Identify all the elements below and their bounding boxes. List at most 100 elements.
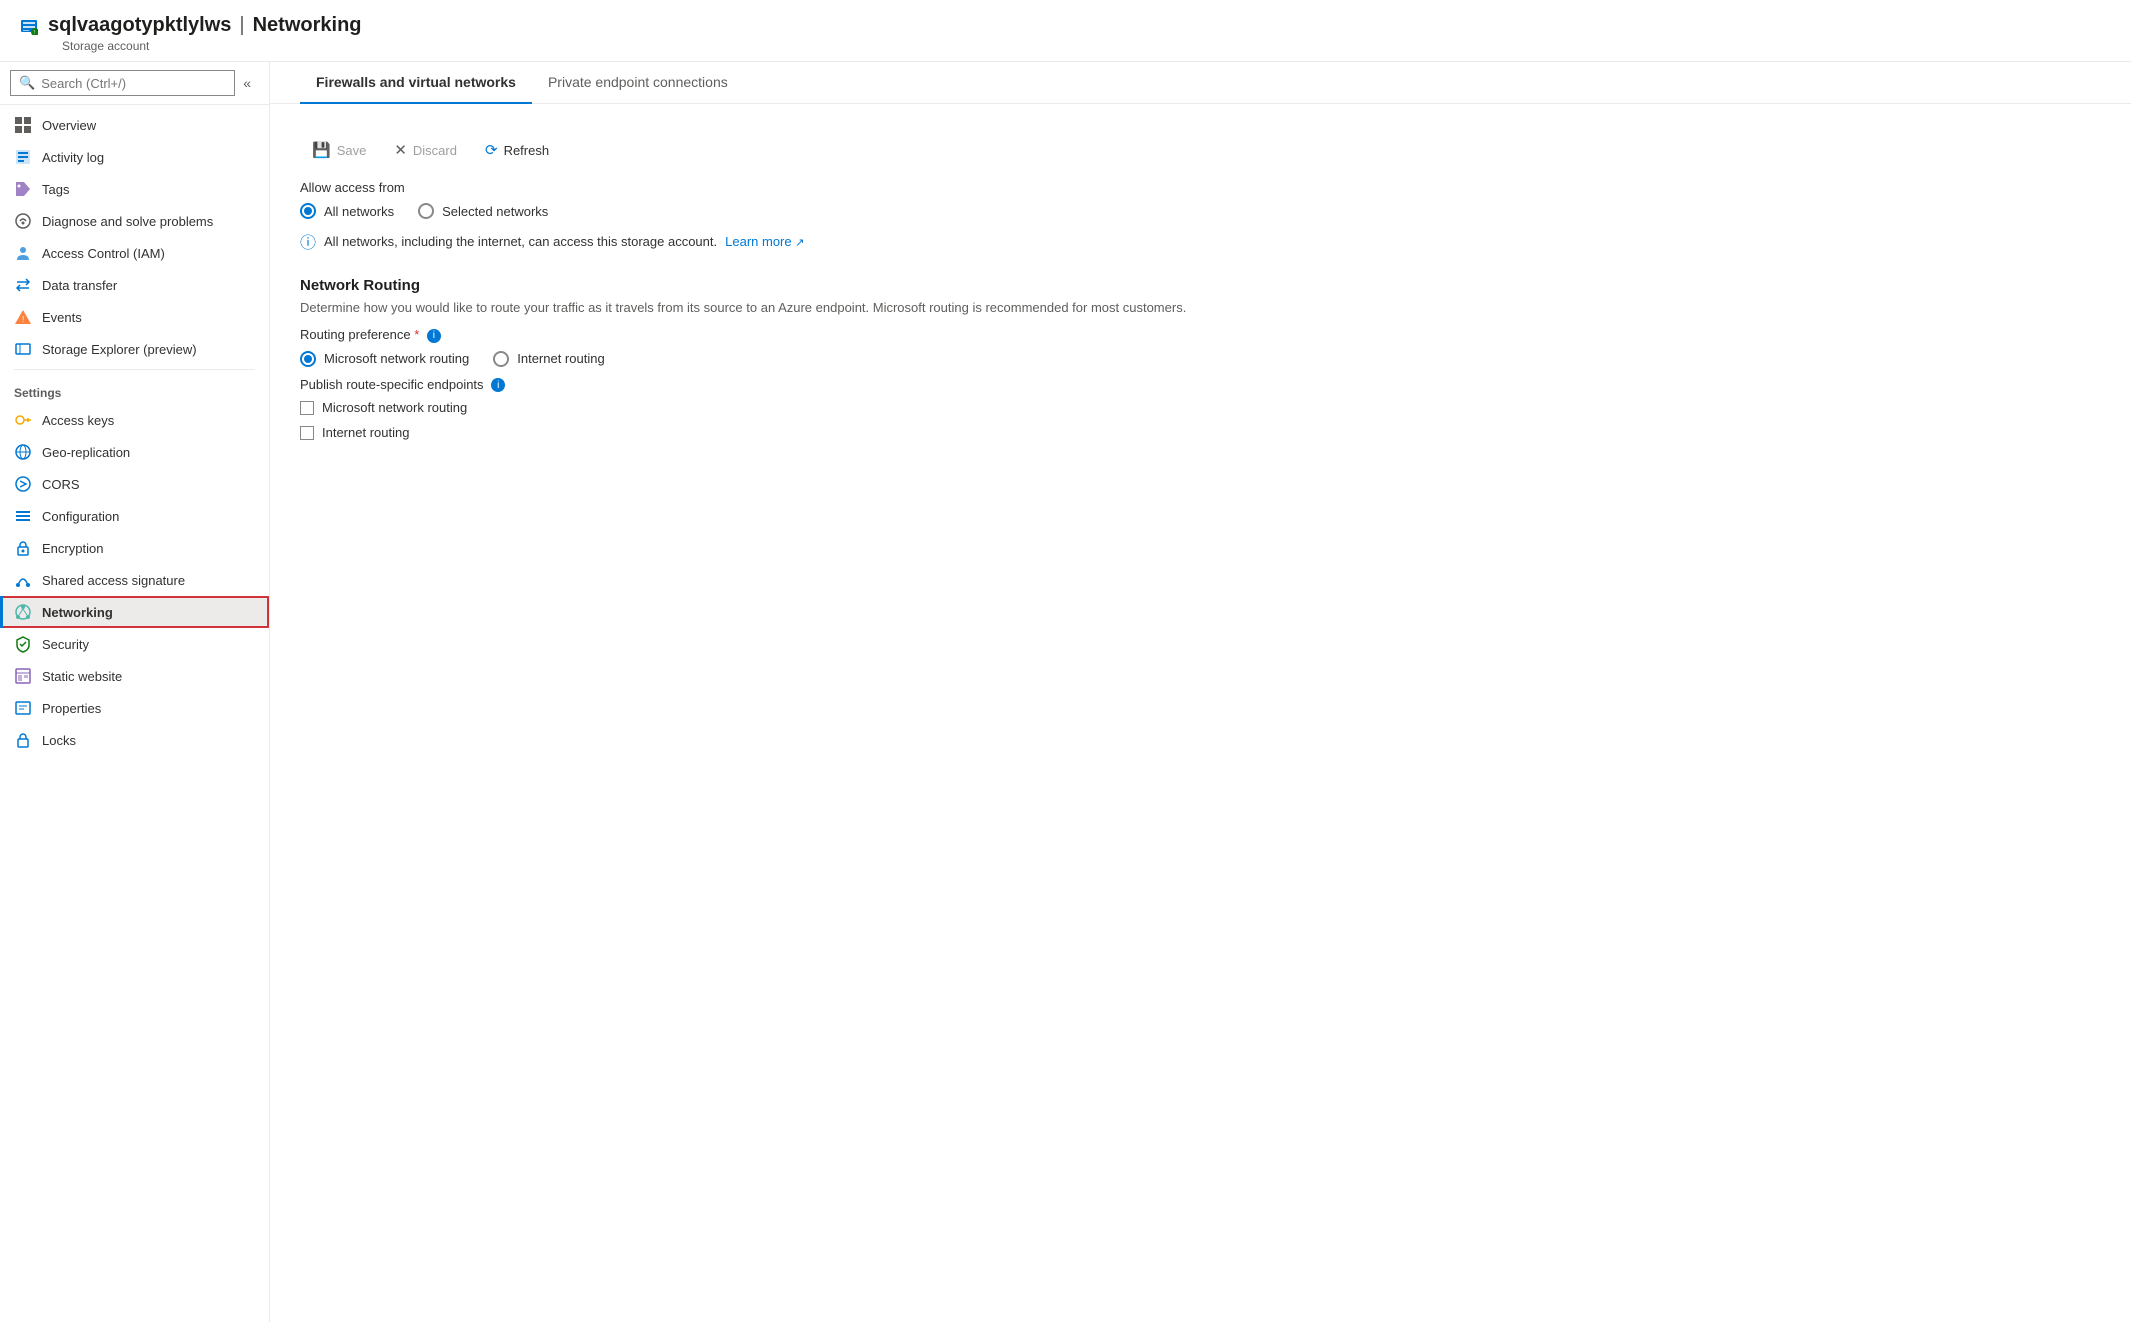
- routing-preference-label: Routing preference * i: [300, 327, 2101, 343]
- all-networks-info-bar: ⓘ All networks, including the internet, …: [300, 229, 2101, 253]
- security-icon: [14, 635, 32, 653]
- sidebar-item-geo-replication-label: Geo-replication: [42, 445, 130, 460]
- settings-section-label: Settings: [0, 374, 269, 404]
- radio-selected-networks-label: Selected networks: [442, 204, 548, 219]
- sidebar: 🔍 « Overview Activity log: [0, 62, 270, 1322]
- sidebar-item-encryption-label: Encryption: [42, 541, 103, 556]
- page-header: ! sqlvaagotypktlylws | Networking Storag…: [0, 0, 2131, 62]
- search-input[interactable]: [41, 76, 226, 91]
- save-label: Save: [337, 143, 367, 158]
- geo-icon: [14, 443, 32, 461]
- tags-icon: [14, 180, 32, 198]
- sidebar-item-configuration[interactable]: Configuration: [0, 500, 269, 532]
- collapse-sidebar-button[interactable]: «: [235, 71, 259, 95]
- sidebar-item-networking[interactable]: Networking: [0, 596, 269, 628]
- tab-private-endpoints[interactable]: Private endpoint connections: [532, 62, 744, 104]
- encryption-icon: [14, 539, 32, 557]
- page-title: sqlvaagotypktlylws: [48, 14, 231, 37]
- radio-all-networks-label: All networks: [324, 204, 394, 219]
- radio-selected-networks[interactable]: Selected networks: [418, 203, 548, 219]
- sidebar-item-static-website-label: Static website: [42, 669, 122, 684]
- sidebar-item-events[interactable]: ! Events: [0, 301, 269, 333]
- storage-account-icon: !: [20, 17, 38, 35]
- sidebar-item-activity-log-label: Activity log: [42, 150, 104, 165]
- radio-internet-routing-circle: [493, 351, 509, 367]
- sidebar-item-cors[interactable]: CORS: [0, 468, 269, 500]
- external-link-icon: ↗: [795, 237, 804, 249]
- save-button[interactable]: 💾 Save: [300, 136, 378, 164]
- discard-icon: ✕: [394, 141, 407, 159]
- radio-all-networks[interactable]: All networks: [300, 203, 394, 219]
- refresh-icon: ⟳: [485, 141, 498, 159]
- svg-text:!: !: [22, 315, 24, 324]
- activity-icon: [14, 148, 32, 166]
- allow-access-radio-group: All networks Selected networks: [300, 203, 2101, 219]
- sidebar-item-storage-explorer-label: Storage Explorer (preview): [42, 342, 197, 357]
- checkbox-internet-routing-label: Internet routing: [322, 425, 409, 440]
- sidebar-item-activity-log[interactable]: Activity log: [0, 141, 269, 173]
- refresh-button[interactable]: ⟳ Refresh: [473, 136, 561, 164]
- allow-access-label: Allow access from: [300, 180, 2101, 195]
- checkbox-internet-routing[interactable]: Internet routing: [300, 425, 2101, 440]
- checkbox-internet-routing-box: [300, 426, 314, 440]
- sidebar-item-locks[interactable]: Locks: [0, 724, 269, 756]
- access-keys-icon: [14, 411, 32, 429]
- sidebar-item-geo-replication[interactable]: Geo-replication: [0, 436, 269, 468]
- sidebar-item-networking-label: Networking: [42, 605, 113, 620]
- radio-all-networks-circle: [300, 203, 316, 219]
- sidebar-item-static-website[interactable]: Static website: [0, 660, 269, 692]
- sidebar-item-properties[interactable]: Properties: [0, 692, 269, 724]
- settings-divider: [14, 369, 255, 370]
- resource-type-label: Storage account: [62, 39, 2111, 53]
- discard-button[interactable]: ✕ Discard: [382, 136, 469, 164]
- learn-more-link[interactable]: Learn more ↗: [725, 234, 804, 249]
- network-routing-title: Network Routing: [300, 277, 2101, 294]
- network-routing-section: Network Routing Determine how you would …: [300, 277, 2101, 440]
- publish-endpoints-label: Publish route-specific endpoints i: [300, 377, 2101, 393]
- diagnose-icon: [14, 212, 32, 230]
- sidebar-nav: Overview Activity log Tags Diagnose and …: [0, 105, 269, 1322]
- svg-text:!: !: [34, 30, 35, 35]
- tab-firewalls[interactable]: Firewalls and virtual networks: [300, 62, 532, 104]
- publish-endpoints-info-icon[interactable]: i: [491, 378, 505, 392]
- radio-internet-routing-label: Internet routing: [517, 351, 604, 366]
- toolbar: 💾 Save ✕ Discard ⟳ Refresh: [300, 124, 2101, 180]
- networking-icon: [14, 603, 32, 621]
- sidebar-item-encryption[interactable]: Encryption: [0, 532, 269, 564]
- routing-preference-radio-group: Microsoft network routing Internet routi…: [300, 351, 2101, 367]
- publish-endpoints-checkboxes: Microsoft network routing Internet routi…: [300, 400, 2101, 440]
- routing-required-indicator: *: [414, 327, 419, 342]
- data-transfer-icon: [14, 276, 32, 294]
- checkbox-microsoft-routing[interactable]: Microsoft network routing: [300, 400, 2101, 415]
- learn-more-text: Learn more: [725, 234, 791, 249]
- cors-icon: [14, 475, 32, 493]
- sidebar-item-data-transfer[interactable]: Data transfer: [0, 269, 269, 301]
- sidebar-item-storage-explorer[interactable]: Storage Explorer (preview): [0, 333, 269, 365]
- checkbox-microsoft-routing-box: [300, 401, 314, 415]
- radio-microsoft-routing[interactable]: Microsoft network routing: [300, 351, 469, 367]
- sidebar-item-overview[interactable]: Overview: [0, 109, 269, 141]
- sidebar-item-access-keys[interactable]: Access keys: [0, 404, 269, 436]
- routing-info-icon[interactable]: i: [427, 329, 441, 343]
- sidebar-item-tags[interactable]: Tags: [0, 173, 269, 205]
- info-circle-icon: ⓘ: [300, 229, 316, 253]
- routing-preference-text: Routing preference: [300, 327, 411, 342]
- radio-internet-routing[interactable]: Internet routing: [493, 351, 604, 367]
- sidebar-item-sas-label: Shared access signature: [42, 573, 185, 588]
- discard-label: Discard: [413, 143, 457, 158]
- sidebar-item-sas[interactable]: Shared access signature: [0, 564, 269, 596]
- all-networks-info-text: All networks, including the internet, ca…: [324, 234, 717, 249]
- storage-explorer-icon: [14, 340, 32, 358]
- sidebar-item-security[interactable]: Security: [0, 628, 269, 660]
- sidebar-item-data-transfer-label: Data transfer: [42, 278, 117, 293]
- config-icon: [14, 507, 32, 525]
- sidebar-item-cors-label: CORS: [42, 477, 80, 492]
- sidebar-item-security-label: Security: [42, 637, 89, 652]
- checkbox-microsoft-routing-label: Microsoft network routing: [322, 400, 467, 415]
- sidebar-item-diagnose[interactable]: Diagnose and solve problems: [0, 205, 269, 237]
- sidebar-item-access-control[interactable]: Access Control (IAM): [0, 237, 269, 269]
- properties-icon: [14, 699, 32, 717]
- overview-icon: [14, 116, 32, 134]
- locks-icon: [14, 731, 32, 749]
- sidebar-item-tags-label: Tags: [42, 182, 69, 197]
